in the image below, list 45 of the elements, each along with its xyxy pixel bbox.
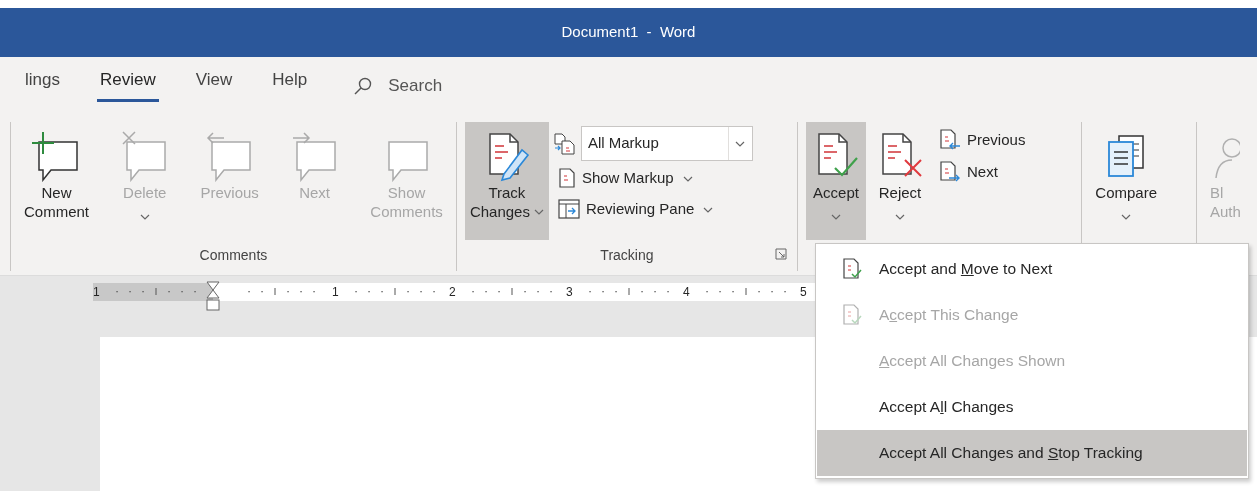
ruler-number: 3 xyxy=(566,284,573,301)
ribbon-button[interactable]: New Comment xyxy=(19,122,95,240)
caret-icon xyxy=(682,176,693,183)
search-field[interactable]: Search xyxy=(348,65,449,100)
caret-icon xyxy=(735,140,746,147)
document-icon xyxy=(556,167,577,190)
ruler-number: 5 xyxy=(800,284,807,301)
menu-item[interactable]: Accept All Changes and Stop Tracking xyxy=(817,430,1247,476)
document-check-icon xyxy=(841,257,863,281)
menu-item[interactable]: Accept and Move to Next xyxy=(817,246,1247,292)
caret-icon xyxy=(831,213,841,220)
dropdown-field[interactable]: All Markup xyxy=(580,126,753,161)
markup-documents-icon xyxy=(552,131,577,156)
group-label: Tracking xyxy=(600,247,654,263)
window-title: Document1 - Word xyxy=(561,22,696,43)
caret-icon xyxy=(703,206,714,213)
ribbon-button[interactable]: Track Changes xyxy=(464,122,549,240)
ribbon-tab[interactable]: View xyxy=(192,67,236,102)
ribbon-button[interactable]: Accept xyxy=(806,122,866,240)
ruler-number: 1 xyxy=(93,284,100,301)
document-arrow-left-icon xyxy=(938,128,962,152)
caret-icon xyxy=(895,213,905,220)
ribbon-button[interactable]: Next xyxy=(934,158,1030,186)
ruler-number: 4 xyxy=(683,284,690,301)
ribbon-button[interactable]: Previous xyxy=(934,126,1030,154)
ribbon-tab[interactable]: Review xyxy=(96,67,159,102)
document-arrow-right-icon xyxy=(938,160,962,184)
menu-item[interactable]: Accept All Changes xyxy=(817,384,1247,430)
ribbon-tab[interactable]: lings xyxy=(22,67,63,102)
caret-icon xyxy=(533,209,544,216)
ribbon-tab[interactable]: Help xyxy=(269,67,311,102)
caret-icon xyxy=(1121,213,1132,220)
ribbon-button[interactable]: Compare xyxy=(1090,122,1162,240)
group-label: Comments xyxy=(199,247,268,263)
reviewing-pane-icon xyxy=(556,197,581,220)
ribbon-button[interactable]: Reviewing Pane xyxy=(552,195,753,222)
search-icon xyxy=(354,76,373,95)
document-check-icon xyxy=(841,303,863,327)
indent-marker-icon[interactable] xyxy=(206,281,220,311)
ruler-number: 2 xyxy=(449,284,456,301)
dialog-launcher-icon[interactable] xyxy=(775,248,787,260)
caret-icon xyxy=(139,213,150,220)
ruler-number: 1 xyxy=(332,284,339,301)
ribbon-button[interactable]: Show Markup xyxy=(552,165,753,192)
ribbon-button[interactable]: Reject xyxy=(870,122,930,240)
